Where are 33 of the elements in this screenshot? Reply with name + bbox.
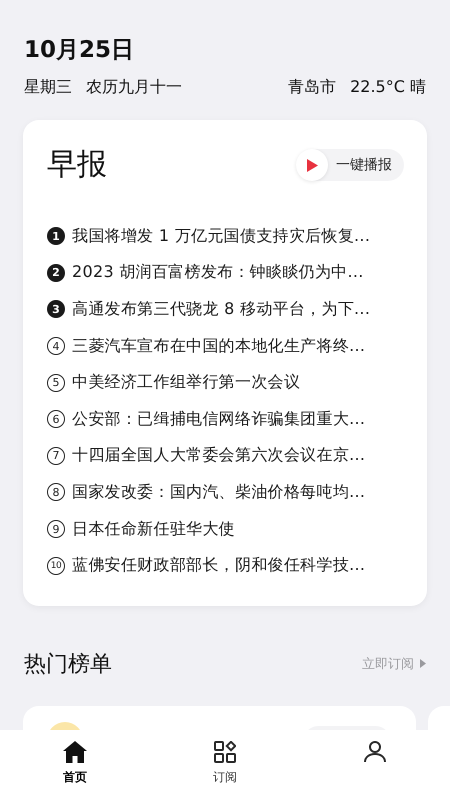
news-headline[interactable]: 三菱汽车宣布在中国的本地化生产将终... [72,336,366,357]
news-headline[interactable]: 国家发改委：国内汽、柴油价格每吨均... [72,482,366,503]
rank-badge: 7 [47,446,65,465]
date-heading: 10月25日 [24,36,134,65]
grid-icon [214,741,236,763]
rank-badge: 4 [47,337,65,356]
play-all-button[interactable]: 一键播报 [296,149,404,181]
briefing-title: 早报 [47,146,107,184]
rank-badge: 2 [47,264,65,282]
home-icon [63,741,87,763]
play-icon [306,158,318,172]
rank-badge: 10 [47,556,65,575]
rank-badge: 6 [47,410,65,428]
news-headline[interactable]: 2023 胡润百富榜发布：钟睒睒仍为中... [72,262,364,284]
lunar-date-text: 农历九月十一 [86,76,182,98]
news-headline[interactable]: 我国将增发 1 万亿元国债支持灾后恢复... [72,226,370,247]
chevron-right-icon [420,659,426,668]
news-headline[interactable]: 十四届全国人大常委会第六次会议在京... [72,445,366,466]
news-headline[interactable]: 公安部：已缉捕电信网络诈骗集团重大... [72,408,366,430]
news-headline[interactable]: 高通发布第三代骁龙 8 移动平台，为下... [72,298,370,320]
weekday-text: 星期三 [24,76,72,98]
rank-badge: 5 [47,374,65,392]
weather-text: 22.5°C 晴 [350,76,426,98]
person-icon [364,741,386,763]
rank-badge: 8 [47,483,65,502]
news-headline[interactable]: 日本任命新任驻华大使 [72,518,235,540]
city-text: 青岛市 [288,76,336,98]
rank-badge: 3 [47,300,65,318]
section-title: 热门榜单 [24,650,112,679]
rank-badge: 9 [47,520,65,538]
news-headline[interactable]: 蓝佛安任财政部部长，阴和俊任科学技... [72,555,366,576]
news-headline[interactable]: 中美经济工作组举行第一次会议 [72,372,300,394]
rank-badge: 1 [47,227,65,246]
